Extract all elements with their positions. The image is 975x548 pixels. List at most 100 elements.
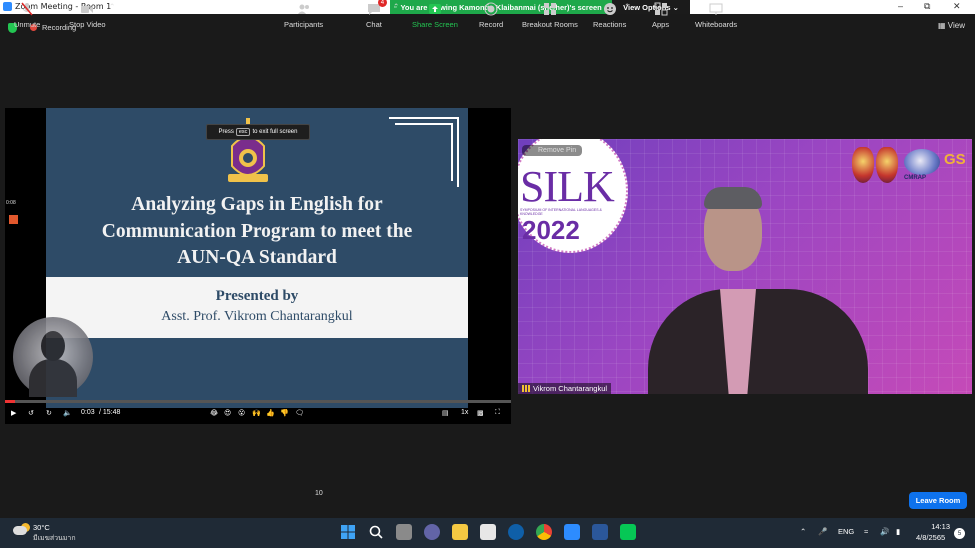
participant-body — [648, 289, 868, 394]
sponsor-crest-2-icon — [876, 147, 898, 183]
video-camera-icon — [81, 6, 94, 13]
slide-presenter-name: Asst. Prof. Vikrom Chantarangkul — [161, 309, 353, 324]
reactions-chevron-icon[interactable]: ⌃ — [624, 2, 630, 34]
reaction-4[interactable]: 👍 — [266, 409, 275, 417]
play-icon[interactable]: ▶ — [11, 409, 16, 417]
sponsor-crest-1-icon — [852, 147, 874, 183]
notification-badge[interactable]: 5 — [954, 528, 965, 539]
remove-pin-button[interactable]: Remove Pin — [522, 145, 583, 156]
slide-presented-by: Presented by — [215, 288, 299, 304]
forward-icon[interactable]: ↻ — [46, 409, 52, 417]
grid-view-icon: ▦ — [938, 21, 948, 30]
breakout-rooms-icon — [543, 3, 556, 15]
input-language[interactable]: ENG — [838, 527, 854, 536]
muted-microphone-icon — [21, 2, 33, 16]
search-icon[interactable] — [368, 524, 384, 540]
minimize-button[interactable]: – — [898, 1, 903, 11]
apps-icon — [654, 2, 668, 16]
leave-room-button[interactable]: Leave Room — [909, 492, 967, 509]
participant-video-tile[interactable]: SILK SYMPOSIUM OF INTERNATIONAL LANGUAGE… — [518, 139, 972, 394]
reaction-1[interactable]: 😍 — [224, 409, 231, 417]
silk-logo-text: SILK — [520, 162, 615, 211]
wifi-icon[interactable]: ≈ — [864, 527, 868, 536]
presentation-slide: Analyzing Gaps in English for Communicat… — [46, 108, 468, 408]
current-time: 0:03 — [81, 409, 95, 416]
audio-options-chevron-icon[interactable]: ⌃ — [47, 2, 53, 34]
battery-icon[interactable]: ▮ — [896, 527, 900, 536]
share-screen-icon — [428, 4, 441, 14]
side-time-label: 0:08 — [6, 200, 16, 206]
close-button[interactable]: ✕ — [953, 1, 961, 12]
chat-button[interactable]: 4 Chat — [366, 0, 387, 34]
captions-icon[interactable]: ▤ — [442, 409, 449, 417]
clock-time[interactable]: 14:13 — [930, 522, 950, 531]
chrome-icon[interactable] — [536, 524, 552, 540]
chat-options-chevron-icon[interactable]: ⌃ — [393, 2, 399, 34]
teams-chat-icon[interactable] — [424, 524, 440, 540]
shared-screen[interactable]: Analyzing Gaps in English for Communicat… — [5, 108, 511, 424]
tray-overflow-chevron-icon[interactable]: ⌃ — [800, 527, 806, 536]
slide-title: Analyzing Gaps in English for Communicat… — [101, 194, 413, 268]
video-options-chevron-icon[interactable]: ⌃ — [109, 2, 115, 34]
stop-video-button[interactable]: Stop Video — [69, 2, 106, 34]
whiteboard-icon — [709, 3, 723, 15]
view-button[interactable]: ▦ View — [938, 21, 965, 30]
task-view-icon[interactable] — [396, 524, 412, 540]
participant-hair — [704, 187, 762, 209]
reaction-3[interactable]: 🙌 — [252, 409, 261, 417]
clock-date[interactable]: 4/8/2565 — [916, 533, 945, 542]
participant-name-tag: Vikrom Chantarangkul — [518, 383, 612, 394]
record-icon — [484, 2, 498, 16]
fullscreen-hint: Press esc to exit full screen — [206, 124, 310, 140]
breakout-rooms-button[interactable]: Breakout Rooms — [522, 2, 578, 34]
silk-year: 2022 — [522, 215, 580, 245]
zoom-app-icon — [3, 2, 12, 11]
microsoft-store-icon[interactable] — [480, 524, 496, 540]
weather-description[interactable]: มีเมฆส่วนมาก — [33, 533, 76, 544]
duration: / 15:48 — [99, 409, 121, 416]
gs-logo: GS — [944, 151, 966, 168]
share-screen-button[interactable]: Share Screen — [412, 2, 458, 34]
weather-cloud-icon[interactable] — [13, 526, 27, 535]
side-record-button[interactable] — [9, 215, 18, 224]
zoom-taskbar-icon[interactable] — [564, 524, 580, 540]
record-button[interactable]: Record — [479, 2, 503, 34]
video-progress-fill — [5, 400, 16, 403]
file-explorer-icon[interactable] — [452, 524, 468, 540]
volume-icon[interactable]: 🔈 — [63, 409, 72, 417]
playback-speed[interactable]: 1x — [461, 409, 468, 416]
restore-button[interactable]: ⧉ — [924, 1, 930, 12]
participants-icon — [297, 4, 309, 14]
word-icon[interactable] — [592, 524, 608, 540]
weather-temperature[interactable]: 30°C — [33, 523, 50, 532]
cmrap-logo-icon — [904, 149, 940, 175]
apps-button[interactable]: Apps — [652, 2, 669, 34]
signal-strength-icon — [522, 385, 530, 392]
reactions-smiley-icon — [603, 3, 616, 15]
miniplayer-icon[interactable]: ▩ — [477, 409, 484, 417]
edge-dev-icon[interactable] — [508, 524, 524, 540]
meeting-toolbar — [0, 484, 975, 518]
line-icon[interactable] — [620, 524, 636, 540]
chat-icon: 4 — [367, 0, 387, 16]
participants-button[interactable]: Participants — [284, 2, 323, 34]
reactions-button[interactable]: Reactions — [593, 2, 626, 34]
comment-icon[interactable]: 🗨 — [295, 409, 304, 417]
speaker-icon[interactable]: 🔊 — [880, 527, 889, 536]
cmrap-label: CMRAP — [904, 175, 926, 181]
slide-presenter-band — [46, 277, 468, 338]
video-progress-bar[interactable] — [5, 400, 511, 403]
reaction-0[interactable]: 😂 — [210, 409, 218, 417]
rewind-icon[interactable]: ↺ — [28, 409, 34, 417]
reaction-2[interactable]: 😮 — [238, 409, 245, 417]
windows-start-icon[interactable] — [340, 524, 356, 540]
whiteboards-button[interactable]: Whiteboards — [695, 2, 737, 34]
video-player-controls: ▶ ↺ ↻ 🔈 0:03 / 15:48 😂 😍 😮 🙌 👍 👎 🗨 ▤ 1x … — [5, 405, 511, 424]
presenter-pip-video — [13, 317, 93, 397]
pip-person-body — [29, 359, 77, 397]
reaction-5[interactable]: 👎 — [280, 409, 289, 417]
pip-person-head — [41, 331, 65, 361]
fullscreen-icon[interactable]: ⛶ — [495, 409, 500, 417]
unmute-button[interactable]: Unmute — [14, 2, 40, 34]
tray-microphone-icon[interactable]: 🎤 — [818, 527, 827, 536]
